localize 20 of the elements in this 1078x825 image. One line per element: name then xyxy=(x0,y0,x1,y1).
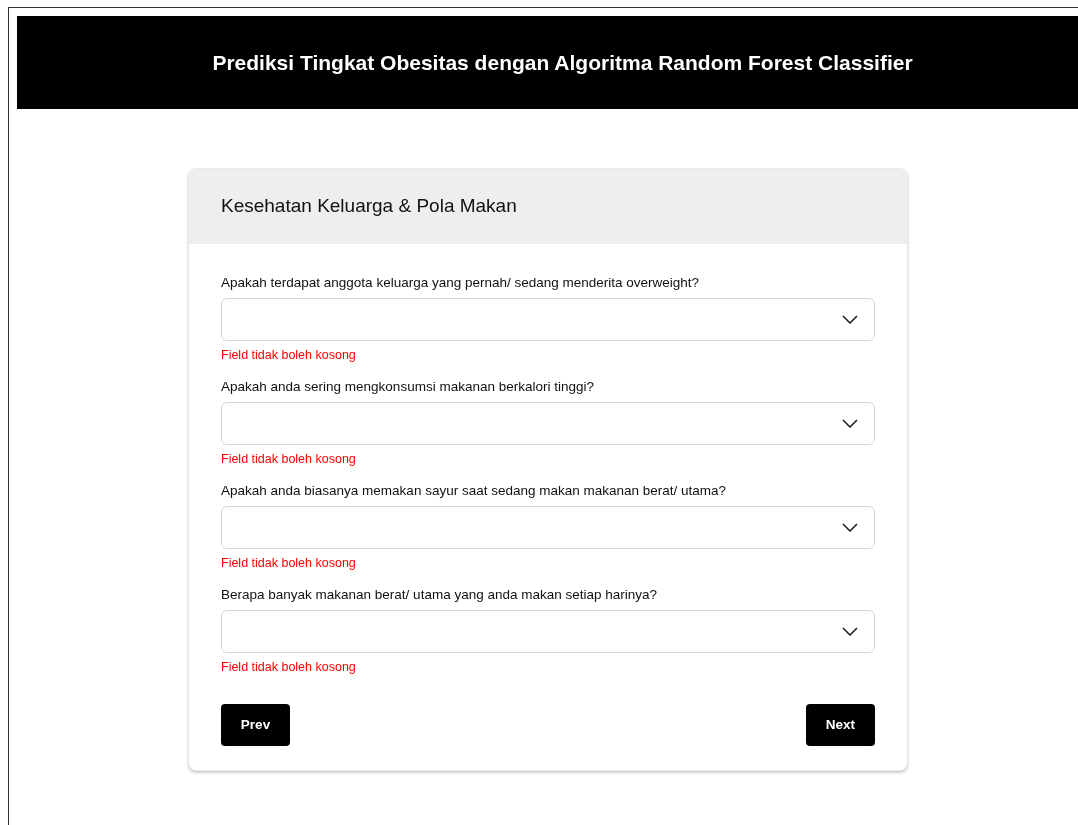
page-title: Prediksi Tingkat Obesitas dengan Algoritma Random Forest Classifier xyxy=(212,49,913,76)
dropdown-field[interactable] xyxy=(221,506,875,549)
dropdown-field[interactable] xyxy=(221,298,875,341)
dropdown-field[interactable] xyxy=(221,610,875,653)
card-title: Kesehatan Keluarga & Pola Makan xyxy=(221,194,517,219)
error-message: Field tidak boleh kosong xyxy=(221,659,357,676)
question-label: Apakah terdapat anggota keluarga yang pernah/ sedang menderita overweight? xyxy=(221,274,701,292)
dropdown-field[interactable] xyxy=(221,402,875,445)
question-label: Berapa banyak makanan berat/ utama yang anda makan setiap harinya? xyxy=(221,586,659,604)
prev-button[interactable]: Prev xyxy=(221,704,290,746)
chevron-down-icon xyxy=(842,627,858,636)
chevron-down-icon xyxy=(842,315,858,324)
chevron-down-icon xyxy=(842,523,858,532)
question-label: Apakah anda biasanya memakan sayur saat sedang makan makanan berat/ utama? xyxy=(221,482,728,500)
error-message: Field tidak boleh kosong xyxy=(221,347,357,364)
next-button[interactable]: Next xyxy=(806,704,875,746)
error-message: Field tidak boleh kosong xyxy=(221,555,357,572)
question-label: Apakah anda sering mengkonsumsi makanan berkalori tinggi? xyxy=(221,378,595,396)
error-message: Field tidak boleh kosong xyxy=(221,451,357,468)
chevron-down-icon xyxy=(842,419,858,428)
